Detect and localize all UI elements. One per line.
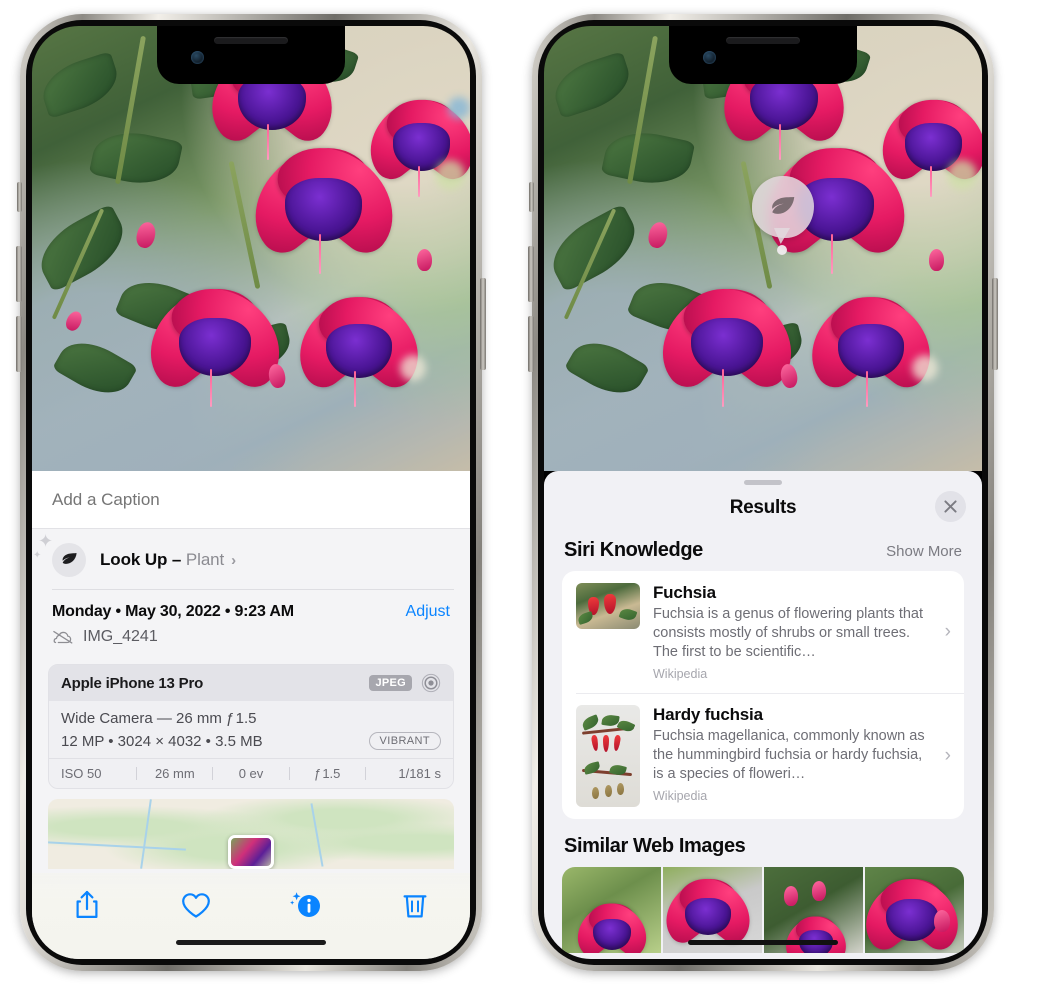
front-camera: [703, 51, 716, 64]
capture-date: Monday • May 30, 2022 • 9:23 AM: [52, 603, 294, 620]
delete-button[interactable]: [390, 885, 440, 925]
trash-icon: [403, 895, 427, 918]
map-photo-pin[interactable]: [228, 835, 274, 869]
look-up-row[interactable]: ✦ ✦ Look Up – Plant ›: [32, 529, 470, 590]
adjust-button[interactable]: Adjust: [406, 603, 450, 621]
web-image-thumbnail[interactable]: [562, 867, 661, 953]
exif-ev: 0 ev: [238, 766, 264, 781]
knowledge-source: Wikipedia: [653, 667, 708, 681]
look-up-title: Look Up –: [100, 549, 186, 569]
look-up-subject: Plant: [185, 549, 225, 569]
volume-up-button[interactable]: [16, 246, 22, 302]
exif-aperture: ƒ 1.5: [314, 766, 341, 781]
photo-viewer[interactable]: [544, 26, 982, 471]
results-sheet: Results Siri Knowledge Show More Fuchsia…: [544, 471, 982, 959]
knowledge-body: Hardy fuchsia Fuchsia magellanica, commo…: [653, 705, 952, 807]
knowledge-thumbnail: [576, 705, 640, 807]
knowledge-description: Fuchsia is a genus of flowering plants t…: [653, 606, 924, 660]
file-name: IMG_4241: [83, 628, 158, 645]
mute-switch[interactable]: [529, 182, 534, 212]
notch: [157, 26, 345, 84]
camera-info-card: Apple iPhone 13 Pro JPEG Wide Camera — 2…: [48, 664, 454, 789]
home-indicator[interactable]: [688, 940, 838, 945]
share-button[interactable]: [62, 885, 112, 925]
quality-badge: VIBRANT: [368, 732, 441, 750]
left-phone: ✦ ✦ Look Up – Plant › Monday • May 30, 20…: [16, 14, 486, 971]
earpiece-speaker: [214, 37, 288, 44]
screenshot-stage: ✦ ✦ Look Up – Plant › Monday • May 30, 20…: [0, 0, 1055, 985]
notch: [669, 26, 857, 84]
leaf-icon-chip: ✦ ✦: [33, 532, 86, 577]
siri-knowledge-title: Siri Knowledge: [564, 539, 703, 561]
info-button[interactable]: [281, 885, 331, 925]
similar-web-images-header: Similar Web Images: [544, 819, 982, 867]
home-indicator[interactable]: [176, 940, 326, 945]
front-camera: [191, 51, 204, 64]
caption-row[interactable]: [32, 471, 470, 529]
volume-down-button[interactable]: [16, 316, 22, 372]
camera-model: Apple iPhone 13 Pro: [61, 674, 204, 692]
show-more-button[interactable]: Show More: [886, 543, 962, 560]
caption-input[interactable]: [52, 489, 450, 510]
knowledge-row[interactable]: Hardy fuchsia Fuchsia magellanica, commo…: [562, 693, 964, 819]
camera-header: Apple iPhone 13 Pro JPEG: [49, 665, 453, 701]
similar-web-images-title: Similar Web Images: [564, 835, 746, 857]
volume-up-button[interactable]: [528, 246, 534, 302]
right-screen: Results Siri Knowledge Show More Fuchsia…: [544, 26, 982, 959]
share-icon: [76, 890, 98, 918]
exif-iso: ISO 50: [61, 766, 102, 781]
look-up-label: Look Up – Plant ›: [100, 550, 236, 570]
metadata-block: Monday • May 30, 2022 • 9:23 AM Adjust I…: [32, 590, 470, 656]
badge-anchor-dot: [777, 245, 787, 255]
close-button[interactable]: [935, 491, 966, 522]
knowledge-body: Fuchsia Fuchsia is a genus of flowering …: [653, 583, 952, 681]
left-screen: ✦ ✦ Look Up – Plant › Monday • May 30, 20…: [32, 26, 470, 959]
photo-info-sheet: ✦ ✦ Look Up – Plant › Monday • May 30, 20…: [32, 471, 470, 959]
mute-switch[interactable]: [17, 182, 22, 212]
chevron-right-icon: ›: [231, 551, 237, 569]
siri-knowledge-header: Siri Knowledge Show More: [544, 531, 982, 571]
power-button[interactable]: [992, 278, 998, 370]
exif-row: ISO 50 26 mm 0 ev ƒ 1.5 1/181 s: [49, 758, 453, 788]
chevron-right-icon: ›: [944, 621, 951, 642]
camera-body: Wide Camera — 26 mm ƒ 1.5 12 MP • 3024 ×…: [49, 701, 453, 758]
knowledge-title: Fuchsia: [653, 583, 716, 602]
visual-look-up-badge[interactable]: [752, 176, 814, 255]
knowledge-thumbnail: [576, 583, 640, 629]
camera-lens-line: Wide Camera — 26 mm ƒ 1.5: [61, 710, 257, 727]
chevron-right-icon: ›: [944, 745, 951, 766]
info-sparkle-icon: [289, 892, 320, 917]
heart-icon: [182, 892, 211, 918]
photo-toolbar: [32, 873, 470, 959]
exif-shutter: 1/181 s: [398, 766, 442, 781]
favorite-button[interactable]: [171, 885, 221, 925]
exif-focal: 26 mm: [154, 766, 195, 781]
knowledge-title: Hardy fuchsia: [653, 705, 763, 724]
results-title: Results: [729, 497, 797, 518]
web-image-thumbnail[interactable]: [865, 867, 964, 953]
power-button[interactable]: [480, 278, 486, 370]
results-header: Results: [544, 485, 982, 531]
format-badge: JPEG: [369, 675, 412, 691]
cloud-slash-icon: [53, 630, 73, 644]
sparkle-small-icon: ✦: [33, 549, 42, 561]
siri-knowledge-card: Fuchsia Fuchsia is a genus of flowering …: [562, 571, 964, 819]
right-phone: Results Siri Knowledge Show More Fuchsia…: [528, 14, 998, 971]
earpiece-speaker: [726, 37, 800, 44]
leaf-icon: [62, 553, 77, 564]
camera-spec-line: 12 MP • 3024 × 4032 • 3.5 MB: [61, 732, 263, 750]
sparkle-icon: ✦: [38, 530, 54, 552]
knowledge-description: Fuchsia magellanica, commonly known as t…: [653, 728, 925, 782]
lens-aperture-icon: [421, 673, 441, 693]
volume-down-button[interactable]: [528, 316, 534, 372]
location-map[interactable]: [48, 799, 454, 869]
leaf-icon: [772, 197, 795, 214]
knowledge-row[interactable]: Fuchsia Fuchsia is a genus of flowering …: [562, 571, 964, 693]
close-icon: [944, 500, 957, 513]
photo-viewer[interactable]: [32, 26, 470, 471]
knowledge-source: Wikipedia: [653, 789, 708, 803]
